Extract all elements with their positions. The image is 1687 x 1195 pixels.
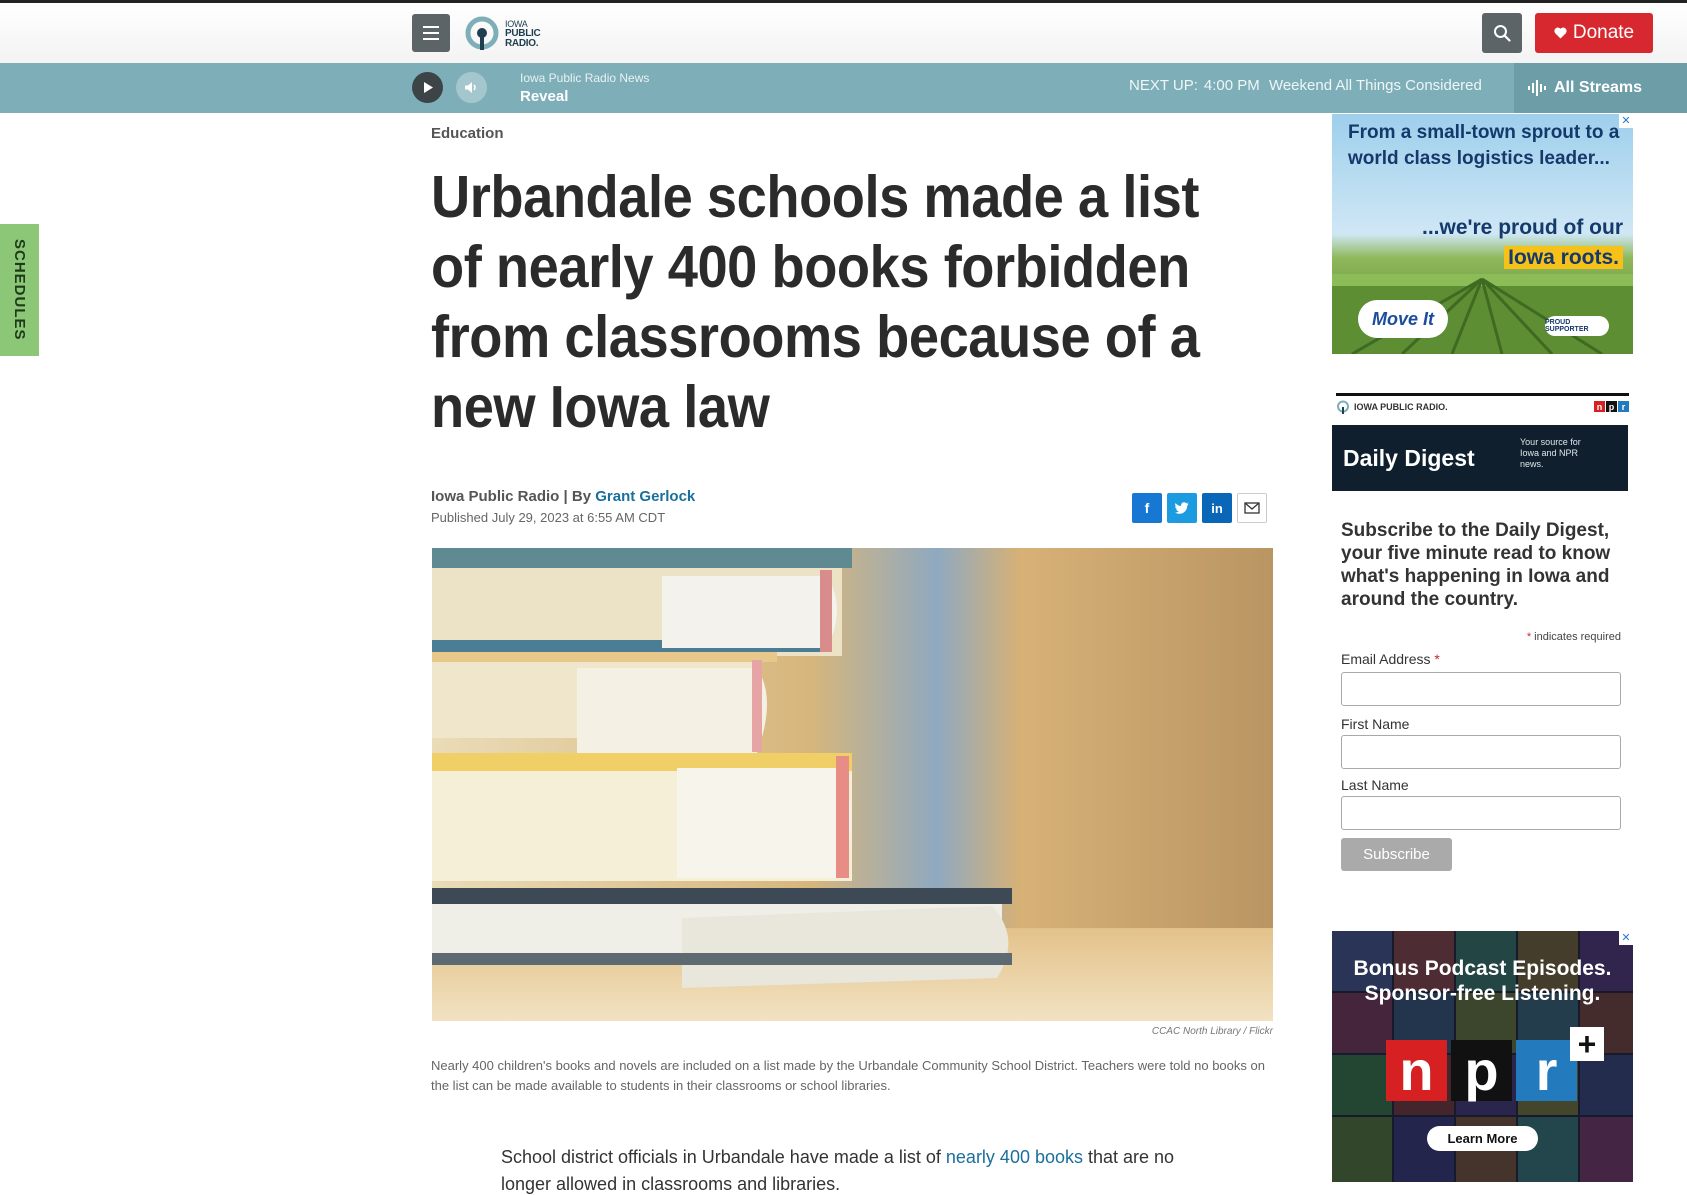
article-body-paragraph: School district officials in Urbandale h…: [501, 1144, 1201, 1195]
email-share-button[interactable]: [1237, 493, 1267, 523]
all-streams-label: All Streams: [1554, 79, 1643, 96]
search-button[interactable]: [1482, 13, 1522, 53]
npr-mini-logo: n p r: [1594, 401, 1629, 412]
live-player-bar: Iowa Public Radio News Reveal NEXT UP: 4:…: [0, 63, 1687, 113]
ad-headline: From a small-town sprout to a world clas…: [1348, 122, 1620, 169]
linkedin-share-button[interactable]: in: [1202, 493, 1232, 523]
now-playing: Iowa Public Radio News Reveal: [520, 71, 649, 105]
site-logo[interactable]: IOWA PUBLIC RADIO.: [464, 13, 546, 55]
author-link[interactable]: Grant Gerlock: [595, 488, 695, 505]
moveit-logo: Move It: [1358, 300, 1448, 338]
facebook-icon: f: [1144, 500, 1150, 516]
schedules-tab[interactable]: SCHEDULES: [0, 224, 39, 356]
twitter-share-button[interactable]: [1167, 493, 1197, 523]
npr-plus-headline-line: Sponsor-free Listening.: [1364, 982, 1601, 1005]
heart-icon: [1554, 27, 1567, 39]
ad-tagline-line: ...we're proud of our: [1422, 216, 1623, 239]
current-show[interactable]: Reveal: [520, 88, 649, 105]
volume-button[interactable]: [456, 72, 487, 103]
donate-button[interactable]: Donate: [1535, 13, 1653, 53]
play-button[interactable]: [412, 72, 443, 103]
hero-image[interactable]: [432, 548, 1273, 1021]
npr-logo: n p r: [1386, 1040, 1577, 1101]
ipr-logo-icon: [1337, 400, 1349, 414]
image-credit: CCAC North Library / Flickr: [1151, 1026, 1273, 1037]
required-note: * indicates required: [1341, 631, 1621, 643]
published-date: Published July 29, 2023 at 6:55 AM CDT: [431, 510, 666, 525]
digest-signup-heading: Subscribe to the Daily Digest, your five…: [1341, 520, 1611, 610]
share-buttons: f in: [1132, 493, 1267, 523]
next-up-time: 4:00 PM: [1203, 77, 1260, 94]
npr-letter: n: [1594, 401, 1605, 412]
ad-tagline-highlight: Iowa roots.: [1504, 246, 1623, 269]
linkedin-icon: in: [1211, 500, 1223, 516]
last-name-field[interactable]: [1341, 796, 1621, 830]
menu-icon-bar: [423, 32, 439, 34]
digest-title-banner: Daily Digest Your source for Iowa and NP…: [1332, 425, 1628, 491]
npr-letter: n: [1386, 1040, 1447, 1101]
npr-letter: p: [1606, 401, 1617, 412]
required-star: *: [1434, 651, 1440, 667]
audio-wave-icon: [1528, 80, 1546, 96]
ad-tagline: ...we're proud of our Iowa roots.: [1422, 213, 1623, 273]
volume-icon: [465, 82, 476, 93]
menu-icon-bar: [423, 26, 439, 28]
ad-close-icon[interactable]: ✕: [1619, 931, 1633, 945]
byline-source: Iowa Public Radio | By: [431, 488, 596, 505]
subscribe-button[interactable]: Subscribe: [1341, 838, 1452, 871]
daily-digest-banner: IOWA PUBLIC RADIO. n p r Daily Digest Yo…: [1332, 393, 1633, 495]
npr-letter: r: [1618, 401, 1629, 412]
npr-letter: r: [1516, 1040, 1577, 1101]
menu-icon-bar: [423, 38, 439, 40]
learn-more-button[interactable]: Learn More: [1427, 1126, 1538, 1151]
body-text-start: School district officials in Urbandale h…: [501, 1147, 946, 1167]
books-photo: [432, 548, 1273, 1021]
email-label-text: Email Address: [1341, 651, 1431, 667]
section-link[interactable]: Education: [431, 125, 504, 142]
email-label: Email Address *: [1341, 651, 1440, 667]
ipr-mini-logo: IOWA PUBLIC RADIO.: [1336, 400, 1448, 414]
search-icon: [1494, 25, 1511, 42]
npr-plus-ad[interactable]: ✕ Bonus Podcast Episodes. Sponsor-free L…: [1332, 931, 1633, 1182]
image-caption: Nearly 400 children's books and novels a…: [431, 1058, 1265, 1093]
digest-brand-bar: IOWA PUBLIC RADIO. n p r: [1336, 393, 1629, 417]
npr-letter: p: [1451, 1040, 1512, 1101]
byline: Iowa Public Radio | By Grant Gerlock: [431, 488, 695, 505]
required-text: indicates required: [1531, 631, 1621, 643]
facebook-share-button[interactable]: f: [1132, 493, 1162, 523]
npr-plus-headline: Bonus Podcast Episodes. Sponsor-free Lis…: [1332, 956, 1633, 1006]
menu-button[interactable]: [412, 14, 450, 52]
twitter-icon: [1175, 502, 1189, 514]
next-up-label: NEXT UP:: [1129, 77, 1198, 94]
body-inline-link[interactable]: nearly 400 books: [946, 1147, 1083, 1167]
play-icon: [423, 82, 433, 93]
next-up: NEXT UP: 4:00 PM Weekend All Things Consi…: [1129, 77, 1482, 94]
first-name-label: First Name: [1341, 716, 1410, 732]
ipr-logo-icon: [465, 16, 499, 50]
last-name-label: Last Name: [1341, 777, 1409, 793]
donate-label: Donate: [1572, 22, 1635, 43]
next-up-show[interactable]: Weekend All Things Considered: [1269, 77, 1482, 94]
schedules-label: SCHEDULES: [11, 239, 28, 341]
plus-icon: +: [1570, 1026, 1604, 1062]
page: IOWA PUBLIC RADIO. Donate Iowa Public Ra…: [0, 0, 1687, 1195]
logo-line: RADIO.: [505, 38, 539, 49]
email-field[interactable]: [1341, 672, 1621, 706]
all-streams-button[interactable]: All Streams: [1514, 63, 1687, 113]
article-headline: Urbandale schools made a list of nearly …: [431, 164, 1200, 440]
site-header: IOWA PUBLIC RADIO. Donate: [0, 3, 1687, 63]
proud-supporter-badge: PROUD SUPPORTER: [1545, 316, 1609, 336]
station-name: Iowa Public Radio News: [520, 71, 650, 85]
digest-subtitle: Your source for Iowa and NPR news.: [1520, 437, 1581, 469]
npr-plus-headline-line: Bonus Podcast Episodes.: [1353, 957, 1612, 980]
first-name-field[interactable]: [1341, 735, 1621, 769]
ipr-mini-label: IOWA PUBLIC RADIO.: [1354, 401, 1448, 412]
digest-title: Daily Digest: [1343, 445, 1475, 471]
email-icon: [1244, 502, 1260, 514]
sponsor-ad-moveit[interactable]: ✕ From a small-town sprout to a world cl…: [1332, 114, 1633, 354]
logo-wordmark: IOWA PUBLIC RADIO.: [505, 19, 541, 49]
